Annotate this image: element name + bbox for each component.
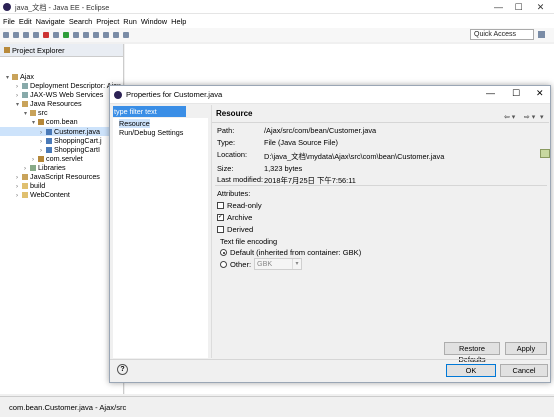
nav-item-run-debug[interactable]: Run/Debug Settings — [113, 128, 208, 137]
divider — [110, 359, 550, 360]
project-explorer-icon — [4, 47, 10, 53]
property-pages-list: Resource Run/Debug Settings — [113, 118, 208, 358]
radio-icon — [220, 261, 227, 268]
location-label: Location: — [217, 150, 247, 159]
save-icon[interactable] — [13, 32, 19, 38]
checkmark-icon: ✓ — [217, 214, 224, 221]
forward-icon[interactable]: ⇨ ▾ — [524, 109, 535, 127]
checkbox-icon — [217, 226, 224, 233]
chevron-down-icon: ▾ — [292, 259, 301, 269]
menu-help[interactable]: Help — [171, 17, 186, 26]
apply-button[interactable]: Apply — [505, 342, 547, 355]
debug-icon[interactable] — [53, 32, 59, 38]
tree-item[interactable]: › ShoppingCart.j — [0, 136, 123, 145]
resource-page: Resource ⇦ ▾ ⇨ ▾ ▾ Path: /Ajax/src/com/b… — [211, 105, 550, 364]
properties-dialog: Properties for Customer.java — ☐ ✕ type … — [109, 85, 551, 383]
encoding-default-radio[interactable]: Default (inherited from container: GBK) — [220, 248, 361, 257]
size-label: Size: — [217, 164, 234, 173]
tree-item[interactable]: › com.servlet — [0, 154, 123, 163]
menu-run[interactable]: Run — [123, 17, 137, 26]
dialog-title: Properties for Customer.java — [126, 90, 223, 99]
minimize-icon[interactable]: — — [490, 1, 507, 13]
back-icon[interactable]: ⇦ ▾ — [504, 109, 515, 127]
annotation-icon[interactable] — [103, 32, 109, 38]
tree-item[interactable]: › Deployment Descriptor: Ajax — [0, 81, 123, 90]
quick-access-field[interactable]: Quick Access — [470, 29, 534, 40]
forward-icon[interactable] — [123, 32, 129, 38]
minimize-icon[interactable]: — — [486, 88, 495, 98]
close-icon[interactable]: ✕ — [536, 88, 544, 99]
eclipse-logo-icon — [3, 3, 11, 11]
project-explorer-title: Project Explorer — [12, 45, 65, 55]
tree-item[interactable]: › WebContent — [0, 190, 123, 199]
status-text: com.bean.Customer.java - Ajax/src — [9, 403, 127, 412]
menu-edit[interactable]: Edit — [19, 17, 32, 26]
encoding-other-select[interactable]: GBK ▾ — [254, 258, 302, 270]
status-bar: com.bean.Customer.java - Ajax/src — [0, 396, 554, 417]
project-explorer: Project Explorer ▾ Ajax › Deployment Descr… — [0, 44, 124, 394]
help-icon[interactable]: ? — [117, 364, 128, 375]
maximize-icon[interactable]: ☐ — [510, 1, 527, 13]
tree-item[interactable]: › ShoppingCartI — [0, 145, 123, 154]
window-title: java_文档 - Java EE - Eclipse — [15, 3, 110, 12]
tree-item[interactable]: ▾ Java Resources — [0, 99, 123, 108]
window-titlebar: java_文档 - Java EE - Eclipse — ☐ ✕ — [0, 0, 554, 14]
print-icon[interactable] — [33, 32, 39, 38]
search-icon[interactable] — [93, 32, 99, 38]
tree-item[interactable]: ▾ com.bean — [0, 117, 123, 126]
external-tools-icon[interactable] — [73, 32, 79, 38]
open-type-icon[interactable] — [83, 32, 89, 38]
maximize-icon[interactable]: ☐ — [512, 88, 520, 99]
type-label: Type: — [217, 138, 236, 147]
type-value: File (Java Source File) — [264, 138, 338, 147]
run-icon[interactable] — [63, 32, 69, 38]
filter-input[interactable]: type filter text — [113, 106, 186, 117]
tree-item[interactable]: › Libraries — [0, 163, 123, 172]
tree-item[interactable]: › JavaScript Resources — [0, 172, 123, 181]
perspective-icon[interactable] — [538, 31, 545, 38]
attributes-label: Attributes: — [217, 189, 251, 198]
dialog-titlebar: Properties for Customer.java — ☐ ✕ — [110, 86, 550, 104]
location-value: D:\java_文档\mydata\Ajax\src\com\bean\Cust… — [264, 152, 445, 161]
restore-defaults-button[interactable]: Restore Defaults — [444, 342, 500, 364]
path-label: Path: — [217, 126, 235, 135]
size-value: 1,323 bytes — [264, 164, 303, 173]
page-title: Resource ⇦ ▾ ⇨ ▾ ▾ — [212, 105, 549, 123]
nav-item-resource[interactable]: Resource — [113, 119, 208, 128]
tree-item[interactable]: ▾ src — [0, 108, 123, 117]
new-icon[interactable] — [3, 32, 9, 38]
eclipse-logo-icon — [114, 90, 122, 99]
tree-item[interactable]: ▾ Ajax — [0, 72, 123, 81]
tree-item-selected[interactable]: › Customer.java — [0, 126, 123, 136]
view-menu-icon[interactable]: ▾ — [540, 109, 544, 127]
menu-window[interactable]: Window — [141, 17, 167, 26]
archive-checkbox[interactable]: ✓ Archive — [217, 213, 252, 222]
close-icon[interactable]: ✕ — [532, 1, 549, 13]
project-tree: ▾ Ajax › Deployment Descriptor: Ajax › JAX-… — [0, 57, 123, 199]
menu-project[interactable]: Project — [96, 17, 119, 26]
encoding-label: Text file encoding — [220, 237, 278, 246]
readonly-checkbox[interactable]: Read-only — [217, 201, 262, 210]
menu-navigate[interactable]: Navigate — [36, 17, 65, 26]
tree-item[interactable]: › build — [0, 181, 123, 190]
show-in-explorer-icon[interactable] — [540, 149, 550, 158]
menu-bar: File Edit Navigate Search Project Run Wi… — [0, 14, 554, 28]
menu-search[interactable]: Search — [69, 17, 92, 26]
ok-button[interactable]: OK — [446, 364, 496, 377]
menu-file[interactable]: File — [3, 17, 15, 26]
stop-icon[interactable] — [43, 32, 49, 38]
path-value: /Ajax/src/com/bean/Customer.java — [264, 126, 377, 135]
cancel-button[interactable]: Cancel — [500, 364, 548, 377]
modified-label: Last modified: — [217, 175, 264, 184]
checkbox-icon — [217, 202, 224, 209]
project-explorer-header: Project Explorer — [0, 44, 123, 57]
derived-checkbox[interactable]: Derived — [217, 225, 253, 234]
back-icon[interactable] — [113, 32, 119, 38]
divider — [215, 185, 547, 186]
save-all-icon[interactable] — [23, 32, 29, 38]
radio-selected-icon — [220, 249, 227, 256]
encoding-other-radio[interactable]: Other: — [220, 260, 251, 269]
tree-item[interactable]: › JAX-WS Web Services — [0, 90, 123, 99]
